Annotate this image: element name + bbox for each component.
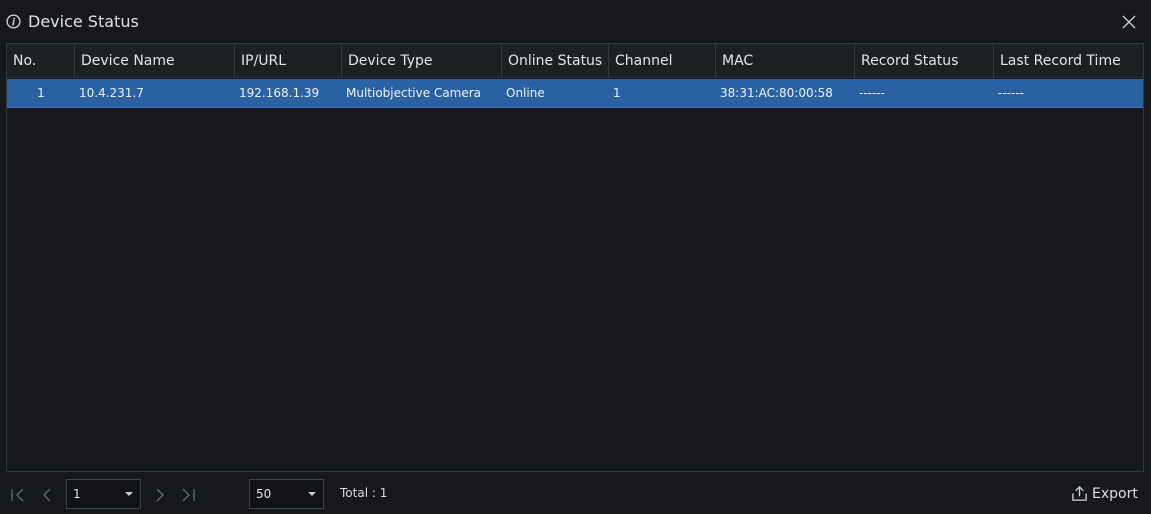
cell-device-type: Multiobjective Camera — [346, 86, 482, 100]
cell-mac: 38:31:AC:80:00:58 — [720, 86, 833, 100]
total-count: Total : 1 — [340, 486, 388, 500]
chevron-down-icon — [308, 492, 316, 496]
page-number-select[interactable]: 1 — [66, 479, 141, 509]
pagination-bar: 1 50 Total : 1 Export — [0, 476, 1151, 514]
first-page-icon[interactable] — [9, 486, 27, 504]
column-header-mac[interactable]: MAC — [716, 44, 855, 78]
cell-channel: 1 — [613, 86, 621, 100]
next-page-icon[interactable] — [151, 486, 169, 504]
column-header-channel[interactable]: Channel — [609, 44, 716, 78]
cell-device-name: 10.4.231.7 — [79, 86, 144, 100]
previous-page-icon[interactable] — [38, 486, 56, 504]
dialog-title: Device Status — [28, 12, 139, 31]
column-header-online-status[interactable]: Online Status — [502, 44, 609, 78]
export-icon — [1072, 485, 1087, 501]
column-header-no[interactable]: No. — [7, 44, 75, 78]
cell-last-record-time: ------ — [998, 86, 1024, 100]
page-size-value: 50 — [256, 487, 272, 501]
page-size-select[interactable]: 50 — [249, 479, 324, 509]
table-header: No. Device Name IP/URL Device Type Onlin… — [7, 44, 1143, 78]
column-header-record-status[interactable]: Record Status — [855, 44, 994, 78]
title-bar: Device Status — [0, 0, 1151, 44]
column-header-device-name[interactable]: Device Name — [75, 44, 235, 78]
info-icon — [6, 14, 21, 29]
page-number-value: 1 — [73, 487, 81, 501]
export-label: Export — [1092, 486, 1138, 502]
cell-no: 1 — [37, 86, 45, 100]
chevron-down-icon — [125, 492, 133, 496]
cell-record-status: ------ — [859, 86, 885, 100]
cell-online-status: Online — [506, 86, 545, 100]
column-header-ip-url[interactable]: IP/URL — [235, 44, 342, 78]
export-button[interactable]: Export — [1068, 482, 1140, 506]
last-page-icon[interactable] — [179, 486, 197, 504]
table-row[interactable]: 1 10.4.231.7 192.168.1.39 Multiobjective… — [7, 79, 1143, 108]
close-icon[interactable] — [1119, 12, 1139, 32]
column-header-device-type[interactable]: Device Type — [342, 44, 502, 78]
cell-ip-url: 192.168.1.39 — [239, 86, 320, 100]
device-status-table: No. Device Name IP/URL Device Type Onlin… — [6, 43, 1144, 472]
column-header-last-record-time[interactable]: Last Record Time — [994, 44, 1143, 78]
